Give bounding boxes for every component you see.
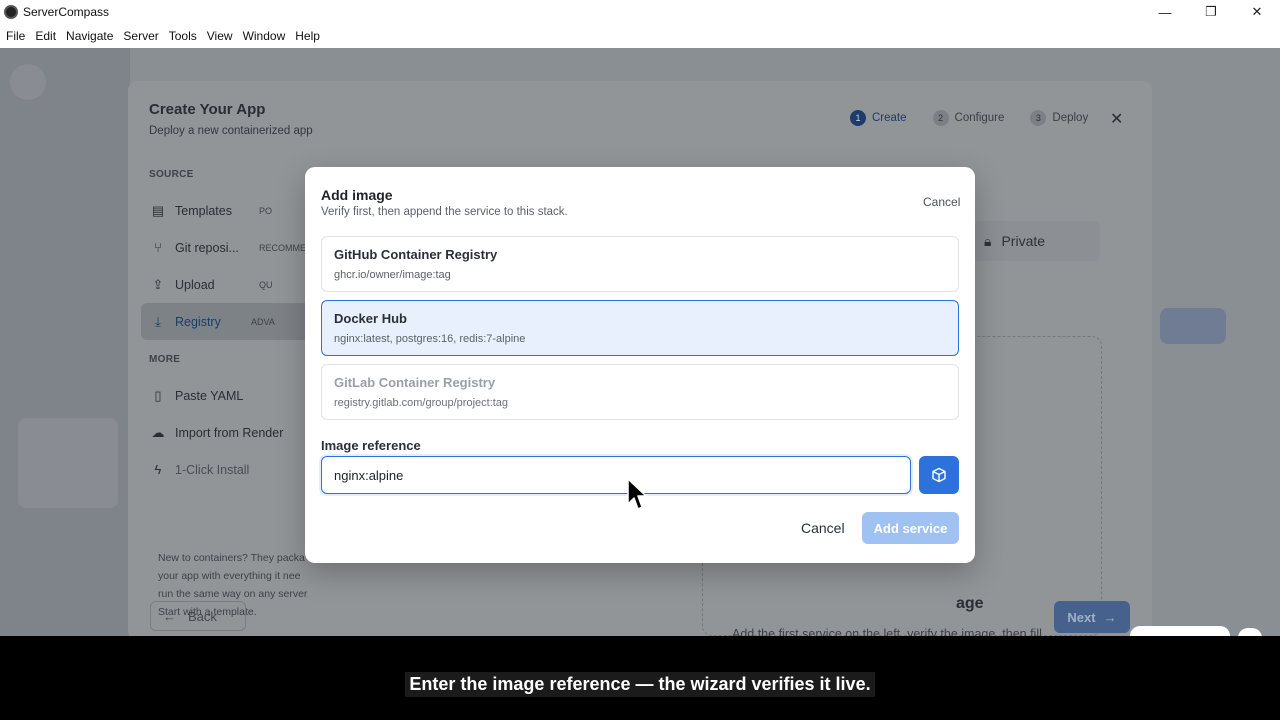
registry-icon: ⤓ [155,313,161,329]
registry-hint: ghcr.io/owner/image:tag [334,269,451,281]
restore-button[interactable]: ❐ [1188,0,1234,24]
wizard-header: Create Your App Deploy a new containeriz… [128,81,1152,157]
menu-tools[interactable]: Tools [165,29,201,43]
sidebar-block-dimmed [18,418,118,508]
more-item-paste-yaml[interactable]: ▯ Paste YAML [149,377,309,414]
image-reference-input[interactable] [321,456,911,494]
app-logo-icon [4,5,18,19]
image-reference-label: Image reference [321,438,421,453]
source-item-label: Registry [175,314,221,329]
more-item-label: Paste YAML [175,388,244,403]
mouse-cursor-icon [627,478,647,510]
source-item-label: Upload [175,277,215,292]
empty-state-description: Add the first service on the left, verif… [732,627,1042,636]
help-line: New to containers? They packa [158,552,305,564]
source-item-badge: QU [259,279,273,290]
bg-button-dimmed [1160,308,1226,344]
menu-server[interactable]: Server [119,29,162,43]
next-button[interactable]: Next → [1054,601,1130,633]
more-item-import-render[interactable]: ☁ Import from Render [149,414,309,451]
registry-hint: registry.gitlab.com/group/project:tag [334,397,509,409]
registry-hint: nginx:latest, postgres:16, redis:7-alpin… [334,333,526,345]
arrow-left-icon: ← [163,608,176,624]
next-label: Next [1067,609,1096,625]
wizard-title: Create Your App [149,101,266,118]
source-item-templates[interactable]: ▤ Templates PO [149,192,309,229]
step-label: Deploy [1052,112,1089,124]
more-item-label: 1-Click Install [175,462,250,477]
source-item-label: Git reposi... [175,240,239,255]
wizard-subtitle: Deploy a new containerized app [149,125,313,137]
source-item-git[interactable]: ⑂ Git reposi... RECOMME [149,229,309,266]
bolt-icon: ϟ [154,462,162,477]
window-controls: — ❐ ✕ [1142,0,1280,24]
private-toggle[interactable]: 🔒︎ Private [974,221,1100,261]
registry-option-gitlab[interactable]: GitLab Container Registry registry.gitla… [321,364,959,420]
cancel-button[interactable]: Cancel [801,520,845,536]
back-label: Back [188,608,217,624]
window-title: ServerCompass [23,5,110,19]
wizard-steps: 1 Create 2 Configure 3 Deploy [850,110,1114,126]
more-heading: MORE [149,354,181,365]
menu-window[interactable]: Window [239,29,290,43]
verify-image-button[interactable] [919,456,959,494]
private-label: Private [1001,233,1046,249]
source-item-registry[interactable]: ⤓ Registry ADVA [141,303,309,340]
app-sidebar-dimmed [0,48,130,636]
source-item-badge: ADVA [251,316,275,327]
menu-help[interactable]: Help [291,29,324,43]
step-label: Create [872,112,907,124]
app-logo-dimmed [10,64,46,100]
templates-icon: ▤ [151,202,165,218]
help-line: your app with everything it nee [158,570,301,582]
registry-name: GitHub Container Registry [334,247,498,262]
arrow-right-icon: → [1103,609,1117,625]
step-number: 3 [1030,110,1047,126]
step-number: 2 [932,110,949,126]
source-heading: SOURCE [149,169,194,180]
close-window-button[interactable]: ✕ [1234,0,1280,24]
caption: Enter the image reference — the wizard v… [0,672,1280,697]
caption-text: Enter the image reference — the wizard v… [405,672,875,697]
git-icon: ⑂ [154,240,162,255]
more-item-label: Import from Render [175,425,284,440]
menu-view[interactable]: View [203,29,237,43]
menu-file[interactable]: File [2,29,29,43]
menu-bar: File Edit Navigate Server Tools View Win… [0,24,1280,48]
more-item-one-click[interactable]: ϟ 1-Click Install [149,451,309,488]
step-label: Configure [954,112,1005,124]
step-deploy: 3 Deploy [1030,110,1088,126]
source-item-label: Templates [175,203,232,218]
minimize-button[interactable]: — [1142,0,1188,24]
cloud-icon: ☁ [151,424,165,440]
lock-icon: 🔒︎ [984,232,992,249]
wizard-close-icon[interactable]: ✕ [1110,109,1123,129]
dialog-title: Add image [321,187,393,203]
document-icon: ▯ [154,387,162,403]
caption-bar: Enter the image reference — the wizard v… [0,636,1280,720]
menu-navigate[interactable]: Navigate [62,29,117,43]
source-sidebar: SOURCE ▤ Templates PO ⑂ Git reposi... RE… [141,169,309,488]
source-item-upload[interactable]: ⇪ Upload QU [149,266,309,303]
add-service-button[interactable]: Add service [862,512,959,544]
upload-icon: ⇪ [152,276,164,292]
step-configure: 2 Configure [932,110,1005,126]
source-item-badge: RECOMME [259,242,306,253]
registry-option-docker-hub[interactable]: Docker Hub nginx:latest, postgres:16, re… [321,300,959,356]
title-bar: ServerCompass — ❐ ✕ [0,0,1280,24]
step-create: 1 Create [850,110,907,126]
registry-name: Docker Hub [334,311,407,326]
empty-state-title: age [956,595,984,612]
back-button[interactable]: ← Back [150,601,246,631]
dialog-subtitle: Verify first, then append the service to… [321,206,568,218]
dialog-cancel-link[interactable]: Cancel [923,195,960,209]
registry-option-github[interactable]: GitHub Container Registry ghcr.io/owner/… [321,236,959,292]
package-icon [932,467,946,483]
source-item-badge: PO [259,205,273,216]
registry-name: GitLab Container Registry [334,375,496,390]
menu-edit[interactable]: Edit [31,29,60,43]
step-number: 1 [850,110,866,126]
